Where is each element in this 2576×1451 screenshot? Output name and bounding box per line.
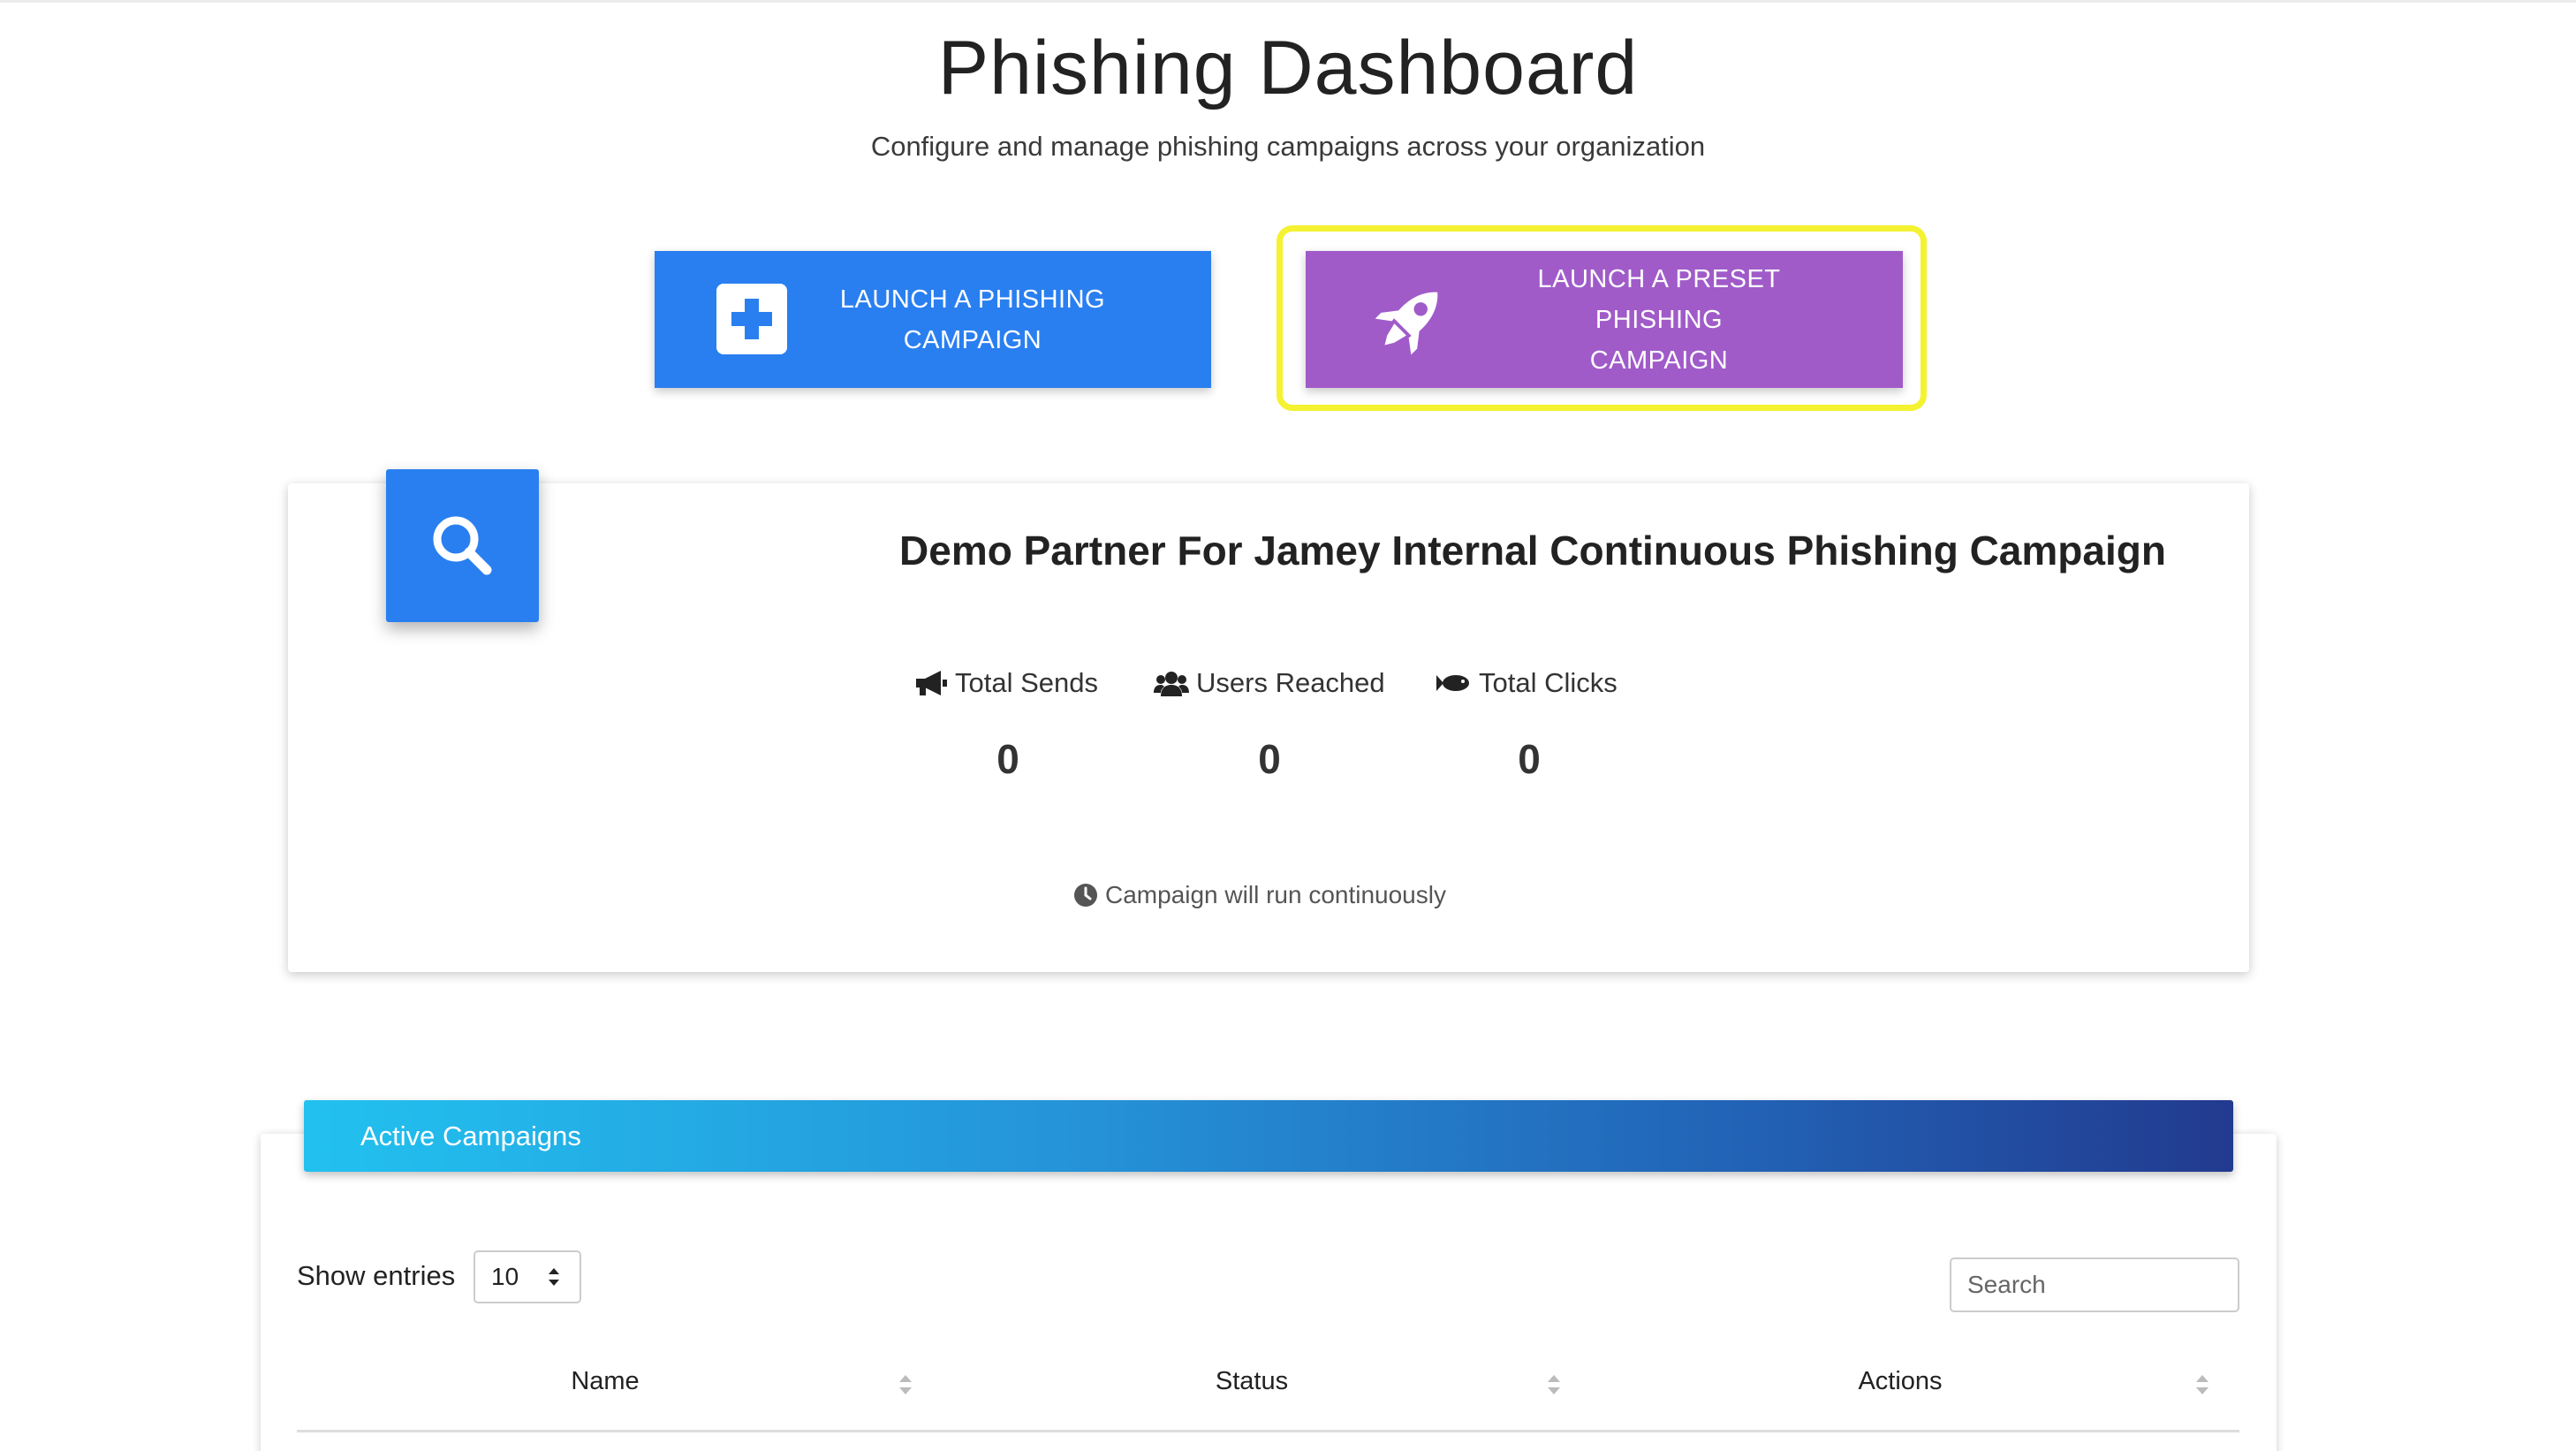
search-input[interactable] bbox=[1950, 1257, 2239, 1312]
megaphone-icon bbox=[916, 671, 947, 695]
column-header-name[interactable]: Name bbox=[521, 1367, 689, 1396]
page: Phishing Dashboard Configure and manage … bbox=[0, 0, 2576, 1451]
sort-caret-icon bbox=[549, 1268, 559, 1286]
stat-label-text: Users Reached bbox=[1196, 667, 1385, 698]
stat-users-reached: Users Reached bbox=[1154, 667, 1385, 699]
stat-total-sends-value: 0 bbox=[996, 736, 1019, 782]
launch-preset-campaign-button[interactable]: LAUNCH A PRESET PHISHING CAMPAIGN bbox=[1306, 251, 1903, 388]
page-title: Phishing Dashboard bbox=[937, 26, 1639, 110]
table-header-divider bbox=[297, 1430, 2239, 1432]
entries-select-value: 10 bbox=[491, 1263, 519, 1290]
page-subtitle: Configure and manage phishing campaigns … bbox=[870, 131, 1706, 162]
fish-icon bbox=[1436, 675, 1469, 691]
show-entries-label: Show entries bbox=[297, 1260, 456, 1291]
active-campaigns-title: Active Campaigns bbox=[360, 1120, 581, 1151]
launch-campaign-button[interactable]: LAUNCH A PHISHING CAMPAIGN bbox=[655, 251, 1211, 388]
plus-square-icon bbox=[716, 284, 787, 354]
sort-icon[interactable] bbox=[2194, 1371, 2210, 1398]
launch-preset-campaign-label: LAUNCH A PRESET PHISHING CAMPAIGN bbox=[1537, 264, 1781, 375]
rocket-icon bbox=[1375, 292, 1438, 355]
stat-total-clicks: Total Clicks bbox=[1436, 667, 1618, 699]
sort-icon[interactable] bbox=[1546, 1371, 1562, 1398]
stat-label-text: Total Clicks bbox=[1479, 667, 1618, 698]
active-campaigns-header: Active Campaigns bbox=[304, 1100, 2233, 1172]
stat-label-text: Total Sends bbox=[955, 667, 1098, 698]
run-note-text: Campaign will run continuously bbox=[1105, 881, 1446, 908]
launch-campaign-label: LAUNCH A PHISHING CAMPAIGN bbox=[839, 285, 1106, 354]
search-icon[interactable] bbox=[386, 469, 539, 622]
top-divider bbox=[0, 0, 2576, 3]
stat-users-reached-value: 0 bbox=[1258, 736, 1281, 782]
clock-icon bbox=[1074, 884, 1097, 907]
sort-icon[interactable] bbox=[898, 1371, 913, 1398]
stat-total-sends: Total Sends bbox=[914, 667, 1098, 699]
entries-select[interactable]: 10 bbox=[474, 1250, 581, 1303]
column-header-status[interactable]: Status bbox=[1168, 1367, 1336, 1396]
column-header-actions[interactable]: Actions bbox=[1816, 1367, 1984, 1396]
campaign-run-note: Campaign will run continuously bbox=[1073, 881, 1446, 909]
stat-total-clicks-value: 0 bbox=[1518, 736, 1541, 782]
campaign-title: Demo Partner For Jamey Internal Continuo… bbox=[899, 528, 2166, 574]
users-icon bbox=[1154, 672, 1189, 696]
